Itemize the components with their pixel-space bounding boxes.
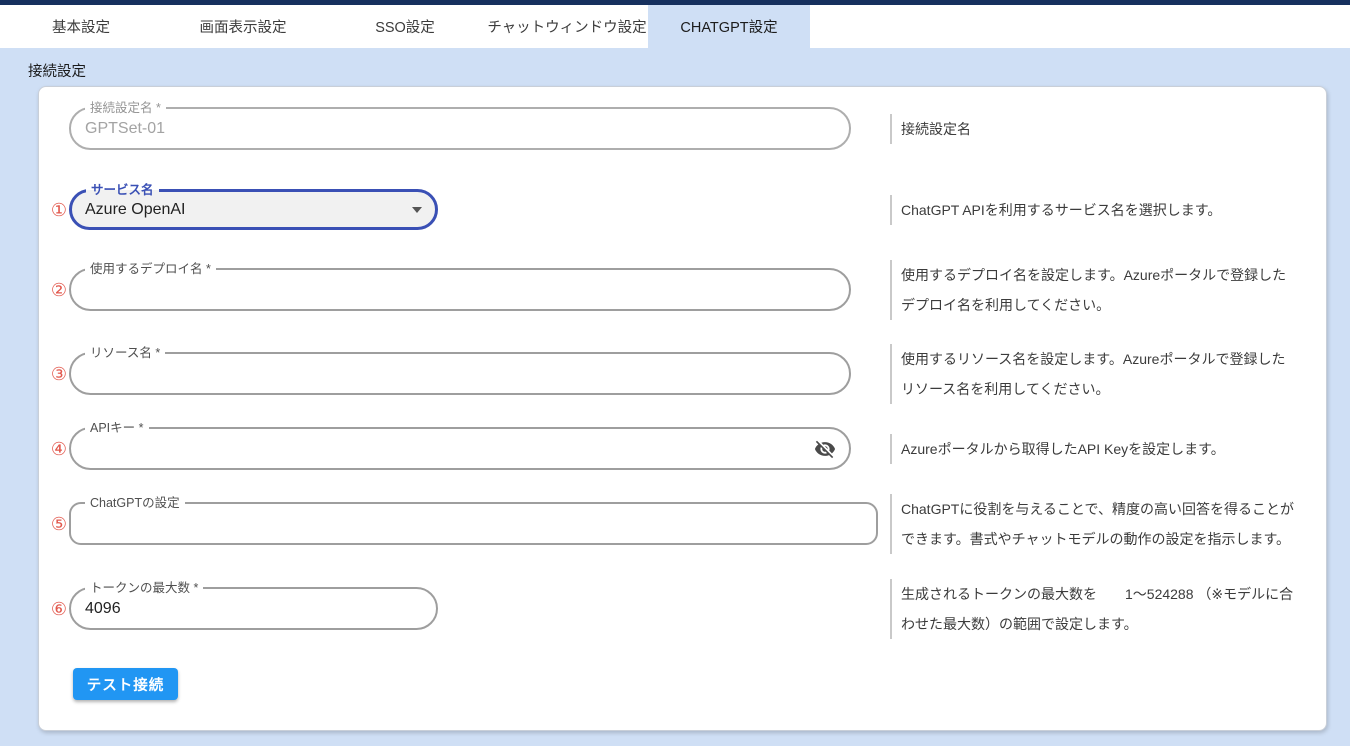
help-text: ChatGPTに役割を与えることで、精度の高い回答を得ることができます。書式やチ… <box>890 494 1296 554</box>
api-key-field: APIキー * <box>69 417 851 470</box>
chatgpt-config-help: ChatGPTに役割を与えることで、精度の高い回答を得ることができます。書式やチ… <box>890 494 1310 554</box>
field-number-4: ④ <box>50 438 68 459</box>
service-name-select[interactable]: サービス名 Azure OpenAI <box>69 179 438 230</box>
help-text: Azureポータルから取得したAPI Keyを設定します。 <box>890 434 1296 464</box>
deploy-name-help: 使用するデプロイ名を設定します。Azureポータルで登録したデプロイ名を利用して… <box>890 260 1310 320</box>
field-number-5: ⑤ <box>50 513 68 534</box>
max-tokens-help: 生成されるトークンの最大数を 1～524288 （※モデルに合わせた最大数）の範… <box>890 579 1310 639</box>
tab-chat-window-settings[interactable]: チャットウィンドウ設定 <box>486 5 648 48</box>
chevron-down-icon <box>412 207 422 213</box>
api-key-input[interactable] <box>69 428 851 470</box>
chatgpt-settings-page: 基本設定 画面表示設定 SSO設定 チャットウィンドウ設定 CHATGPT設定 … <box>0 0 1350 746</box>
help-text: 使用するリソース名を設定します。Azureポータルで登録したリソース名を利用して… <box>890 344 1296 404</box>
connection-name-field: 接続設定名 * GPTSet-01 <box>69 97 851 150</box>
help-text: 使用するデプロイ名を設定します。Azureポータルで登録したデプロイ名を利用して… <box>890 260 1296 320</box>
field-number-3: ③ <box>50 363 68 384</box>
visibility-off-icon <box>814 440 836 459</box>
deploy-name-input[interactable] <box>69 269 851 311</box>
help-text: 生成されるトークンの最大数を 1～524288 （※モデルに合わせた最大数）の範… <box>890 579 1296 639</box>
max-tokens-input[interactable] <box>69 588 438 630</box>
test-connection-button[interactable]: テスト接続 <box>73 668 178 700</box>
tab-basic-settings[interactable]: 基本設定 <box>0 5 162 48</box>
api-key-help: Azureポータルから取得したAPI Keyを設定します。 <box>890 428 1310 470</box>
section-title-connection-settings: 接続設定 <box>28 64 86 80</box>
connection-name-help: 接続設定名 <box>890 108 1310 150</box>
connection-settings-card: 接続設定名 * GPTSet-01 接続設定名 ① サービス名 Azure Op… <box>38 86 1327 731</box>
toggle-password-visibility-button[interactable] <box>813 437 837 461</box>
connection-name-value: GPTSet-01 <box>85 120 166 137</box>
chatgpt-config-input[interactable] <box>69 503 878 545</box>
field-number-6: ⑥ <box>50 598 68 619</box>
service-name-help: ChatGPT APIを利用するサービス名を選択します。 <box>890 190 1310 230</box>
tab-sso-settings[interactable]: SSO設定 <box>324 5 486 48</box>
tab-display-settings[interactable]: 画面表示設定 <box>162 5 324 48</box>
max-tokens-field: トークンの最大数 * <box>69 577 438 630</box>
tab-chatgpt-settings[interactable]: CHATGPT設定 <box>648 5 810 48</box>
resource-name-input[interactable] <box>69 353 851 395</box>
field-number-1: ① <box>50 199 68 220</box>
field-number-2: ② <box>50 279 68 300</box>
chatgpt-config-field: ChatGPTの設定 <box>69 492 878 545</box>
resource-name-help: 使用するリソース名を設定します。Azureポータルで登録したリソース名を利用して… <box>890 344 1310 404</box>
deploy-name-field: 使用するデプロイ名 * <box>69 258 851 311</box>
service-name-value: Azure OpenAI <box>85 201 186 218</box>
resource-name-field: リソース名 * <box>69 342 851 395</box>
settings-tab-bar: 基本設定 画面表示設定 SSO設定 チャットウィンドウ設定 CHATGPT設定 <box>0 5 1350 48</box>
help-text: 接続設定名 <box>890 114 1296 144</box>
help-text: ChatGPT APIを利用するサービス名を選択します。 <box>890 195 1296 225</box>
